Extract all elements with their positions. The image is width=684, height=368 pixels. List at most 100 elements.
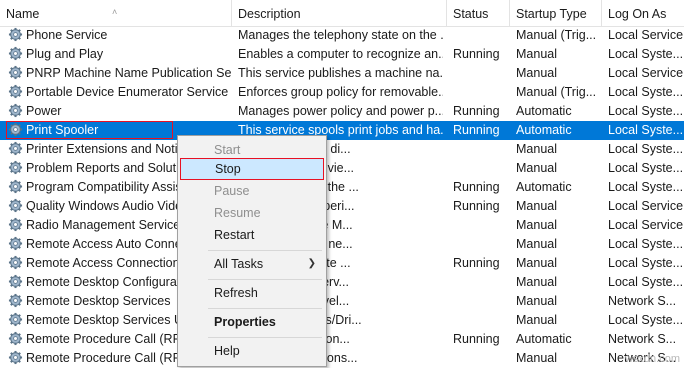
service-status: Running: [453, 180, 500, 194]
service-status: [453, 349, 511, 368]
column-log-on-as-label: Log On As: [608, 7, 667, 21]
column-description-header[interactable]: Description: [232, 0, 447, 26]
menu-item-resume-label: Resume: [214, 206, 261, 220]
service-description: Enforces group policy for removable...: [238, 85, 443, 99]
gear-icon: [8, 313, 26, 327]
service-status: Running: [453, 123, 500, 137]
service-log-on-as: Local Syste...: [608, 237, 684, 251]
service-startup-type: Manual: [516, 199, 557, 213]
service-status: [453, 311, 511, 330]
table-row[interactable]: Remote Desktop Services Use...ection of …: [0, 311, 684, 330]
gear-icon: [8, 66, 26, 80]
service-log-on-as: Local Syste...: [608, 123, 684, 137]
column-name-label: Name: [6, 7, 40, 21]
service-status: [453, 159, 511, 178]
table-row[interactable]: Remote Procedure Call (RPC)...and earlie…: [0, 349, 684, 368]
column-status-label: Status: [453, 7, 489, 21]
table-row[interactable]: PNRP Machine Name Publication Se... This …: [0, 64, 684, 83]
menu-item-properties[interactable]: Properties: [180, 311, 324, 333]
table-row[interactable]: Program Compatibility Assist...ides supp…: [0, 178, 684, 197]
service-startup-type: Manual: [516, 294, 557, 308]
menu-item-help-label: Help: [214, 344, 240, 358]
service-description: This service publishes a machine na...: [238, 66, 443, 80]
service-startup-type: Automatic: [516, 123, 572, 137]
service-name-cell: Plug and Play: [8, 45, 232, 64]
service-name: Printer Extensions and Notific...: [26, 142, 201, 157]
column-name-header[interactable]: Name ˄: [0, 0, 232, 26]
service-name: Portable Device Enumerator Service: [26, 85, 229, 100]
gear-icon: [8, 85, 26, 99]
chevron-right-icon: ❯: [307, 258, 316, 269]
menu-item-restart[interactable]: Restart: [180, 224, 324, 246]
table-row[interactable]: Quality Windows Audio Vide...Audio Video…: [0, 197, 684, 216]
service-log-on-as: Local Service: [608, 28, 684, 42]
menu-item-resume[interactable]: Resume: [180, 202, 324, 224]
table-row[interactable]: Plug and Play Enables a computer to recog…: [0, 45, 684, 64]
table-row[interactable]: Remote Desktop Configuratio...Configurat…: [0, 273, 684, 292]
service-status: Running: [453, 104, 500, 118]
service-name: Program Compatibility Assist...: [26, 180, 196, 195]
service-log-on-as: Local Syste...: [608, 85, 684, 99]
table-row[interactable]: Remote Access Auto Connec...tion to a re…: [0, 235, 684, 254]
gear-icon: [8, 294, 26, 308]
service-status: [453, 83, 511, 102]
service-startup-type: Automatic: [516, 332, 572, 346]
menu-item-pause-label: Pause: [214, 184, 250, 198]
menu-item-all-tasks[interactable]: All Tasks ❯: [180, 253, 324, 275]
service-log-on-as: Local Syste...: [608, 161, 684, 175]
gear-icon: [8, 180, 26, 194]
gear-icon: [8, 104, 26, 118]
service-status: Running: [453, 199, 500, 213]
service-startup-type: Manual: [516, 161, 557, 175]
service-startup-type: Manual: [516, 218, 557, 232]
service-status: [453, 64, 511, 83]
table-row[interactable]: Phone Service Manages the telephony state…: [0, 26, 684, 45]
service-log-on-as: Local Service: [608, 66, 684, 80]
service-log-on-as: Local Service: [608, 218, 684, 232]
service-log-on-as: Local Syste...: [608, 104, 684, 118]
table-row[interactable]: Power Manages power policy and power p...…: [0, 102, 684, 121]
service-status: Running: [453, 332, 500, 346]
table-row[interactable]: Problem Reports and Solutio...ides suppo…: [0, 159, 684, 178]
table-row[interactable]: Portable Device Enumerator Service Enforc…: [0, 83, 684, 102]
gear-icon: [8, 332, 26, 346]
service-startup-type: Manual: [516, 66, 557, 80]
column-log-on-as-header[interactable]: Log On As: [602, 0, 684, 26]
table-row[interactable]: Remote Access Connection M...and virtual…: [0, 254, 684, 273]
service-status: [453, 235, 511, 254]
menu-item-stop[interactable]: Stop: [180, 158, 324, 180]
table-row[interactable]: Remote Desktop Servicesonnect interactiv…: [0, 292, 684, 311]
service-description: Manages power policy and power p...: [238, 104, 443, 118]
service-log-on-as: Network S...: [608, 332, 677, 346]
table-row[interactable]: Radio Management Serviceent and Airplane…: [0, 216, 684, 235]
service-name: Phone Service: [26, 28, 108, 43]
menu-item-help[interactable]: Help: [180, 340, 324, 362]
column-startup-type-label: Startup Type: [516, 7, 587, 21]
column-description-label: Description: [238, 7, 301, 21]
column-startup-type-header[interactable]: Startup Type: [510, 0, 602, 26]
service-startup-type: Manual: [516, 256, 557, 270]
service-name: Print Spooler: [26, 123, 99, 138]
service-startup-type: Manual: [516, 47, 557, 61]
menu-separator: [208, 337, 322, 338]
table-row[interactable]: Print Spooler This service spools print j…: [0, 121, 684, 140]
service-startup-type: Manual: [516, 237, 557, 251]
menu-item-start-label: Start: [214, 143, 241, 157]
service-log-on-as: Local Syste...: [608, 275, 684, 289]
menu-item-pause[interactable]: Pause: [180, 180, 324, 202]
service-startup-type: Automatic: [516, 104, 572, 118]
service-startup-type: Automatic: [516, 180, 572, 194]
table-row[interactable]: Remote Procedure Call (RPC)is the Servic…: [0, 330, 684, 349]
watermark: wsxdn.com: [624, 353, 680, 365]
menu-item-refresh[interactable]: Refresh: [180, 282, 324, 304]
service-startup-type: Manual: [516, 275, 557, 289]
gear-icon: [8, 256, 26, 270]
gear-icon: [8, 47, 26, 61]
services-list: Phone Service Manages the telephony state…: [0, 26, 684, 368]
menu-item-properties-label: Properties: [214, 315, 276, 329]
service-name: Power: [26, 104, 62, 119]
table-row[interactable]: Printer Extensions and Notific...s custo…: [0, 140, 684, 159]
column-status-header[interactable]: Status: [447, 0, 510, 26]
service-name: Remote Desktop Services: [26, 294, 171, 309]
service-startup-type: Manual: [516, 351, 557, 365]
